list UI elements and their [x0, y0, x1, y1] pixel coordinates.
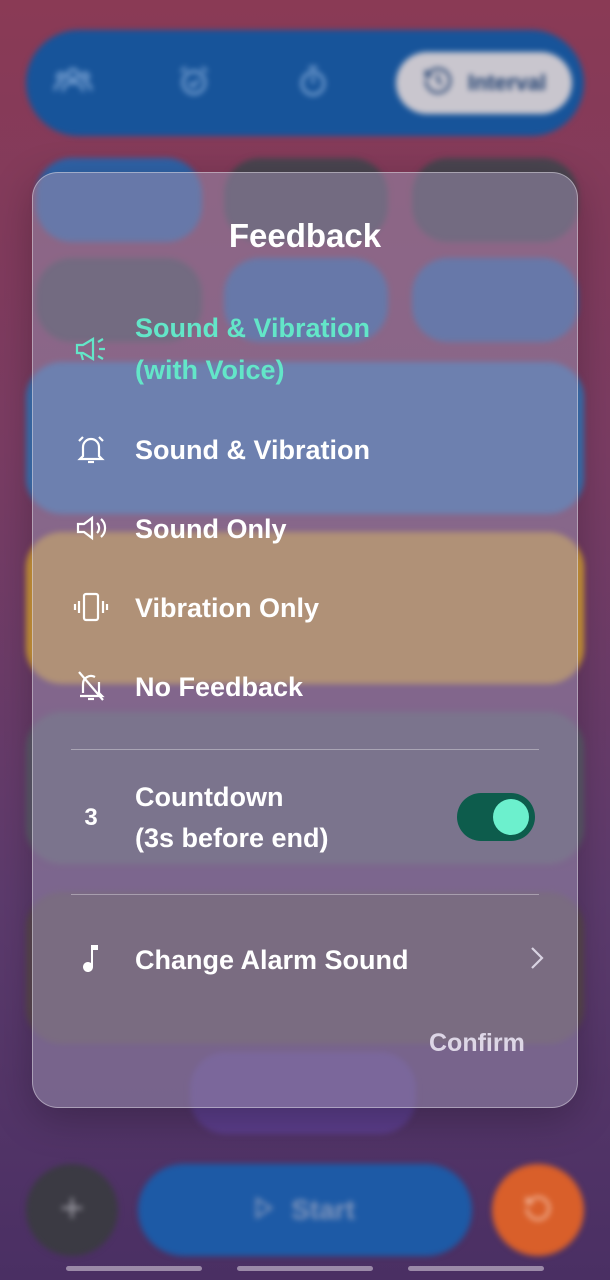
confirm-button[interactable]: Confirm: [429, 1029, 525, 1058]
reset-button[interactable]: [492, 1164, 584, 1256]
change-alarm-sound-row[interactable]: Change Alarm Sound: [33, 939, 579, 981]
mode-tab-bar: Interval: [26, 30, 584, 136]
option-sound-only[interactable]: Sound Only: [33, 508, 579, 550]
option-no-feedback[interactable]: No Feedback: [33, 666, 579, 708]
divider: [71, 749, 539, 750]
play-icon: [255, 1194, 274, 1226]
stopwatch-icon[interactable]: [298, 65, 328, 102]
vibrate-icon: [71, 587, 111, 627]
option-sound-vibration-voice[interactable]: Sound & Vibration (with Voice): [33, 307, 579, 397]
option-label: Sound Only: [135, 514, 287, 544]
option-sound-vibration[interactable]: Sound & Vibration: [33, 429, 579, 471]
speaker-icon: [71, 508, 111, 548]
plus-icon: [60, 1196, 84, 1225]
divider: [71, 894, 539, 895]
start-button[interactable]: Start: [138, 1164, 472, 1256]
home-indicator: [66, 1266, 202, 1271]
tab-interval[interactable]: Interval: [396, 52, 572, 114]
countdown-toggle[interactable]: [457, 793, 535, 841]
reset-icon: [523, 1193, 553, 1228]
bell-icon: [71, 429, 111, 469]
tab-interval-label: Interval: [467, 70, 547, 95]
add-button[interactable]: [26, 1164, 118, 1256]
countdown-label: Countdown: [135, 782, 284, 812]
toggle-knob: [493, 799, 529, 835]
home-indicator: [408, 1266, 544, 1271]
dialog-title: Feedback: [228, 217, 382, 254]
option-label: Sound & Vibration: [135, 313, 370, 343]
feedback-dialog: Feedback Sound & Vibration (with Voice) …: [32, 172, 578, 1108]
music-note-icon: [71, 939, 111, 979]
bell-off-icon: [71, 666, 111, 706]
countdown-sublabel: (3s before end): [135, 823, 329, 853]
option-label: No Feedback: [135, 672, 304, 702]
group-icon[interactable]: [53, 66, 93, 101]
start-button-label: Start: [291, 1194, 355, 1225]
option-sublabel: (with Voice): [135, 355, 285, 385]
home-indicator: [237, 1266, 373, 1271]
option-label: Change Alarm Sound: [135, 945, 409, 975]
chevron-right-icon: [529, 945, 545, 976]
option-label: Sound & Vibration: [135, 435, 370, 465]
megaphone-icon: [71, 329, 111, 369]
option-vibration-only[interactable]: Vibration Only: [33, 587, 579, 629]
interval-icon: [422, 64, 454, 102]
countdown-icon: 3: [84, 804, 98, 831]
option-label: Vibration Only: [135, 593, 320, 623]
alarm-icon[interactable]: [178, 65, 210, 102]
